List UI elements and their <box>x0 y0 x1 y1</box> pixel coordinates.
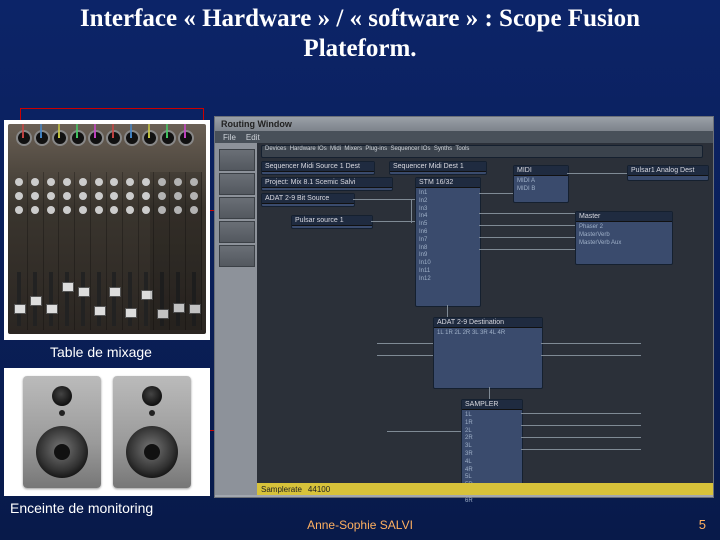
mixer-master-section <box>150 172 202 330</box>
routing-wire <box>521 425 641 426</box>
caption-speakers: Enceinte de monitoring <box>10 500 153 516</box>
toolbar-item[interactable]: Devices <box>265 146 286 152</box>
caption-mixer: Table de mixage <box>50 344 152 360</box>
mixer-channel <box>28 172 44 330</box>
palette-slot[interactable] <box>219 245 255 267</box>
speaker-right <box>113 376 191 488</box>
scope-module-palette <box>215 143 257 495</box>
routing-wire <box>387 431 461 432</box>
footer-author: Anne-Sophie SALVI <box>0 518 720 532</box>
routing-wire <box>479 193 513 194</box>
mixer-channel <box>123 172 139 330</box>
scope-app-menu: File Edit <box>215 131 713 143</box>
scope-status-bar: Samplerate 44100 <box>257 483 713 495</box>
menu-edit[interactable]: Edit <box>244 133 262 142</box>
palette-slot[interactable] <box>219 221 255 243</box>
scope-titlebar: Routing Window <box>215 117 713 131</box>
scope-routing-canvas[interactable]: Devices Hardware IOs Midi Mixers Plug-in… <box>257 143 713 495</box>
palette-slot[interactable] <box>219 197 255 219</box>
slide: Interface « Hardware » / « software » : … <box>0 0 720 540</box>
slide-title: Interface « Hardware » / « software » : … <box>36 4 684 64</box>
routing-wire <box>377 355 433 356</box>
node-adat-source[interactable]: ADAT 2-9 Bit Source <box>261 193 355 207</box>
mixer-channel <box>91 172 107 330</box>
routing-wire <box>377 343 433 344</box>
node-project[interactable]: Project: Mix 8.1 Scemic Salvi <box>261 177 393 191</box>
routing-wire <box>479 213 575 214</box>
node-master[interactable]: Master Phaser 2 MasterVerb MasterVerb Au… <box>575 211 673 265</box>
node-seq-midi-source[interactable]: Sequencer Midi Source 1 Dest <box>261 161 375 175</box>
status-label: Samplerate <box>261 485 302 494</box>
scope-routing-window: Routing Window File Edit Devices Hardwar… <box>214 116 714 498</box>
toolbar-item[interactable]: Tools <box>455 146 469 152</box>
mixer-channel <box>44 172 60 330</box>
routing-wire <box>521 437 641 438</box>
mixer-channel <box>59 172 75 330</box>
node-adat-dest[interactable]: ADAT 2-9 Destination 1L 1R 2L 2R 3L 3R 4… <box>433 317 543 389</box>
routing-wire <box>353 199 415 200</box>
status-value: 44100 <box>308 485 330 494</box>
routing-wire <box>479 249 575 250</box>
routing-wire <box>521 449 641 450</box>
routing-wire <box>479 237 575 238</box>
routing-wire <box>479 225 575 226</box>
scope-toolbar: Devices Hardware IOs Midi Mixers Plug-in… <box>261 145 703 158</box>
speaker-left <box>23 376 101 488</box>
routing-wire <box>411 199 412 223</box>
toolbar-item[interactable]: Synths <box>434 146 452 152</box>
node-sampler[interactable]: SAMPLER 1L1R2L2R3L3R4L4R5L5R6L6R <box>461 399 523 487</box>
mixer-channel <box>12 172 28 330</box>
routing-wire <box>521 413 641 414</box>
menu-file[interactable]: File <box>221 133 238 142</box>
toolbar-item[interactable]: Sequencer IOs <box>390 146 430 152</box>
toolbar-item[interactable]: Hardware IOs <box>290 146 327 152</box>
routing-wire <box>541 343 641 344</box>
palette-slot[interactable] <box>219 149 255 171</box>
footer-page-number: 5 <box>699 517 706 532</box>
palette-slot[interactable] <box>219 173 255 195</box>
routing-wire <box>541 355 641 356</box>
node-stm-mixer[interactable]: STM 16/32 In1In2In3In4In5In6In7In8In9In1… <box>415 177 481 307</box>
toolbar-item[interactable]: Mixers <box>344 146 362 152</box>
mixer-channel <box>107 172 123 330</box>
scope-body: Devices Hardware IOs Midi Mixers Plug-in… <box>215 143 713 495</box>
toolbar-item[interactable]: Plug-ins <box>365 146 387 152</box>
routing-wire <box>489 387 490 399</box>
node-midi[interactable]: MIDI MIDI AMIDI B <box>513 165 569 203</box>
node-pulsar-source[interactable]: Pulsar source 1 <box>291 215 373 229</box>
routing-wire <box>447 305 448 317</box>
mixer-channel <box>75 172 91 330</box>
routing-wire <box>371 221 415 222</box>
node-pulsar-dest[interactable]: Pulsar1 Analog Dest <box>627 165 709 181</box>
mixer-patchbay <box>12 128 202 168</box>
node-seq-midi-dest[interactable]: Sequencer Midi Dest 1 <box>389 161 487 175</box>
monitoring-speakers-image <box>8 372 206 492</box>
routing-wire <box>567 173 627 174</box>
mixing-console-image <box>8 124 206 334</box>
scope-window-title: Routing Window <box>221 119 292 129</box>
toolbar-item[interactable]: Midi <box>330 146 341 152</box>
